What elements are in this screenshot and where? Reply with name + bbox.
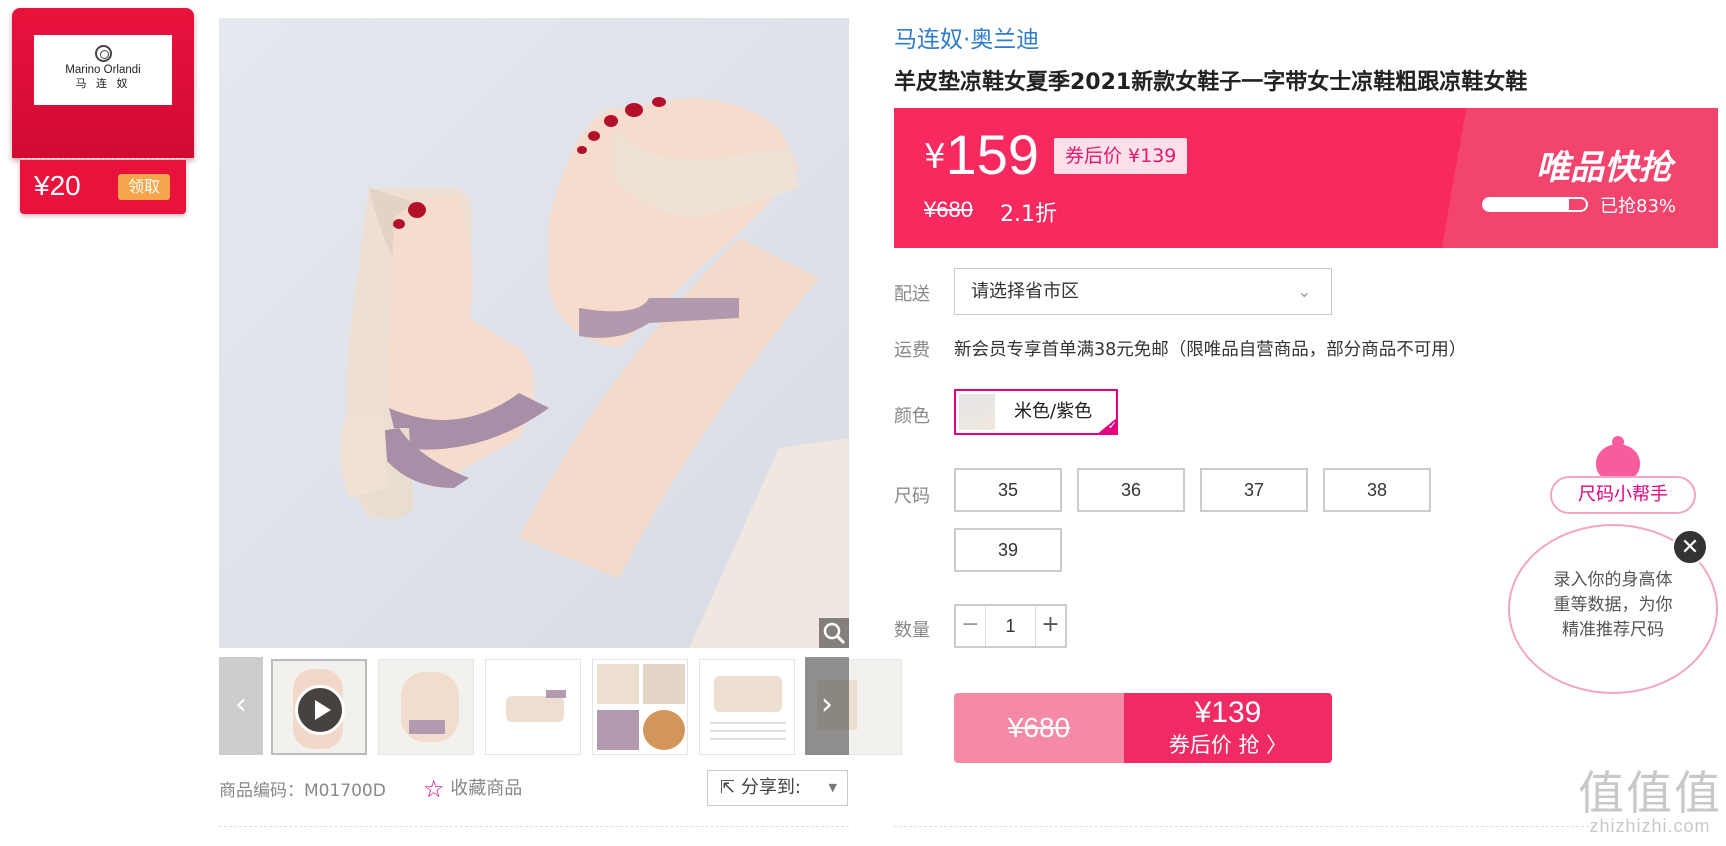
sandal-illustration [340, 97, 849, 648]
play-icon[interactable] [295, 685, 345, 735]
size-label: 尺码 [894, 486, 930, 507]
size-helper-line: 重等数据，为你 [1553, 595, 1673, 615]
size-helper-button[interactable]: 尺码小帮手 [1550, 476, 1696, 514]
watermark-logo: 值值值 [1578, 766, 1722, 820]
quantity-minus-button[interactable]: − [956, 606, 986, 646]
thumb-prev-button[interactable]: ‹ [219, 657, 263, 755]
star-icon: ☆ [423, 775, 445, 803]
price-value: 159 [945, 123, 1040, 186]
favorite-label: 收藏商品 [450, 778, 523, 799]
brand-link[interactable]: 马连奴·奥兰迪 [894, 20, 1039, 54]
region-placeholder: 请选择省市区 [971, 281, 1079, 302]
size-helper-line: 精准推荐尺码 [1562, 620, 1664, 640]
caret-down-icon: ▼ [828, 781, 837, 794]
chevron-left-icon: ‹ [235, 687, 247, 722]
thumbnail-item[interactable] [378, 659, 474, 755]
quantity-input[interactable] [986, 606, 1035, 646]
region-select[interactable]: 请选择省市区 ⌄ [954, 268, 1332, 315]
zoom-button[interactable] [819, 618, 849, 648]
thumbnail-item[interactable] [485, 659, 581, 755]
quantity-label: 数量 [894, 620, 930, 641]
share-icon: ⇱ [720, 777, 736, 798]
shipping-text: 新会员专享首单满38元免邮（限唯品自营商品，部分商品不可用） [954, 340, 1467, 360]
current-price: ¥159 [924, 122, 1039, 187]
thumbnail-strip: ‹ › [219, 657, 902, 755]
sold-progress-label: 已抢83% [1600, 196, 1677, 217]
brand-coupon-card: Marino Orlandi 马 连 奴 ¥20 领取 [12, 8, 194, 214]
shipping-label: 运费 [894, 340, 930, 361]
flash-sale-title: 唯品快抢 [1536, 148, 1672, 188]
coupon-amount: ¥20 [34, 170, 81, 201]
buy-coupon-price: ¥139 [1194, 696, 1262, 729]
favorite-button[interactable]: ☆ 收藏商品 [423, 774, 522, 803]
magnifier-icon [823, 622, 846, 645]
price-panel: ¥159 券后价 ¥139 ¥680 2.1折 唯品快抢 已抢83% [894, 108, 1718, 248]
coupon-price-badge: 券后价 ¥139 [1054, 138, 1188, 174]
buy-original-price[interactable]: ¥680 [954, 693, 1124, 763]
brand-logo-cn: 马 连 奴 [75, 77, 131, 90]
size-option[interactable]: 35 [954, 468, 1062, 512]
size-option[interactable]: 36 [1077, 468, 1185, 512]
product-title: 羊皮垫凉鞋女夏季2021新款女鞋子一字带女士凉鞋粗跟凉鞋女鞋 [894, 70, 1528, 95]
thumbnail-item[interactable] [699, 659, 795, 755]
brand-card-header: Marino Orlandi 马 连 奴 [12, 8, 194, 158]
coupon-claim-button[interactable]: 领取 [118, 174, 170, 200]
delivery-label: 配送 [894, 284, 930, 305]
watermark-url: zhizhizhi.com [1589, 816, 1711, 836]
close-icon[interactable]: ✕ [1672, 529, 1708, 565]
share-dropdown[interactable]: ⇱ 分享到: ▼ [707, 770, 848, 806]
thumb-next-button[interactable]: › [805, 657, 849, 755]
chevron-down-icon: ⌄ [1297, 282, 1311, 301]
original-price: ¥680 [924, 197, 973, 222]
size-option[interactable]: 38 [1323, 468, 1431, 512]
color-value: 米色/紫色 [1014, 401, 1093, 422]
divider [219, 826, 849, 827]
color-swatch [959, 394, 995, 430]
color-label: 颜色 [894, 406, 930, 427]
divider [894, 826, 1594, 827]
thumbnail-item[interactable] [592, 659, 688, 755]
quantity-plus-button[interactable]: + [1035, 606, 1065, 646]
size-option[interactable]: 37 [1200, 468, 1308, 512]
size-option[interactable]: 39 [954, 528, 1062, 572]
buy-now-button[interactable]: ¥139 券后价 抢 〉 [1124, 693, 1332, 763]
watermark: 值值值 zhizhizhi.com [1578, 770, 1722, 837]
coupon-strip: ¥20 领取 [20, 160, 186, 214]
product-code: 商品编码：M01700D [219, 776, 386, 801]
checkmark-icon [1096, 417, 1118, 435]
share-label: 分享到: [740, 777, 801, 798]
brand-logo[interactable]: Marino Orlandi 马 连 奴 [34, 35, 172, 105]
chevron-right-icon: › [821, 687, 833, 722]
color-option-selected[interactable]: 米色/紫色 [954, 389, 1118, 435]
quantity-stepper: − + [954, 604, 1067, 648]
currency-symbol: ¥ [924, 137, 946, 177]
coupon-divider [22, 158, 184, 159]
discount-label: 2.1折 [1000, 202, 1057, 227]
sold-progress-fill [1484, 199, 1569, 210]
brand-logo-en: Marino Orlandi [65, 64, 141, 76]
product-code-value: M01700D [304, 781, 386, 801]
sold-progress-bar [1482, 197, 1588, 212]
size-helper-line: 录入你的身高体 [1553, 570, 1673, 590]
thumbnail-video[interactable] [271, 659, 367, 755]
brand-seal-icon [94, 45, 112, 62]
buy-cta-label: 券后价 抢 〉 [1168, 733, 1288, 757]
product-code-label: 商品编码： [219, 781, 304, 801]
main-product-image[interactable] [219, 18, 849, 648]
